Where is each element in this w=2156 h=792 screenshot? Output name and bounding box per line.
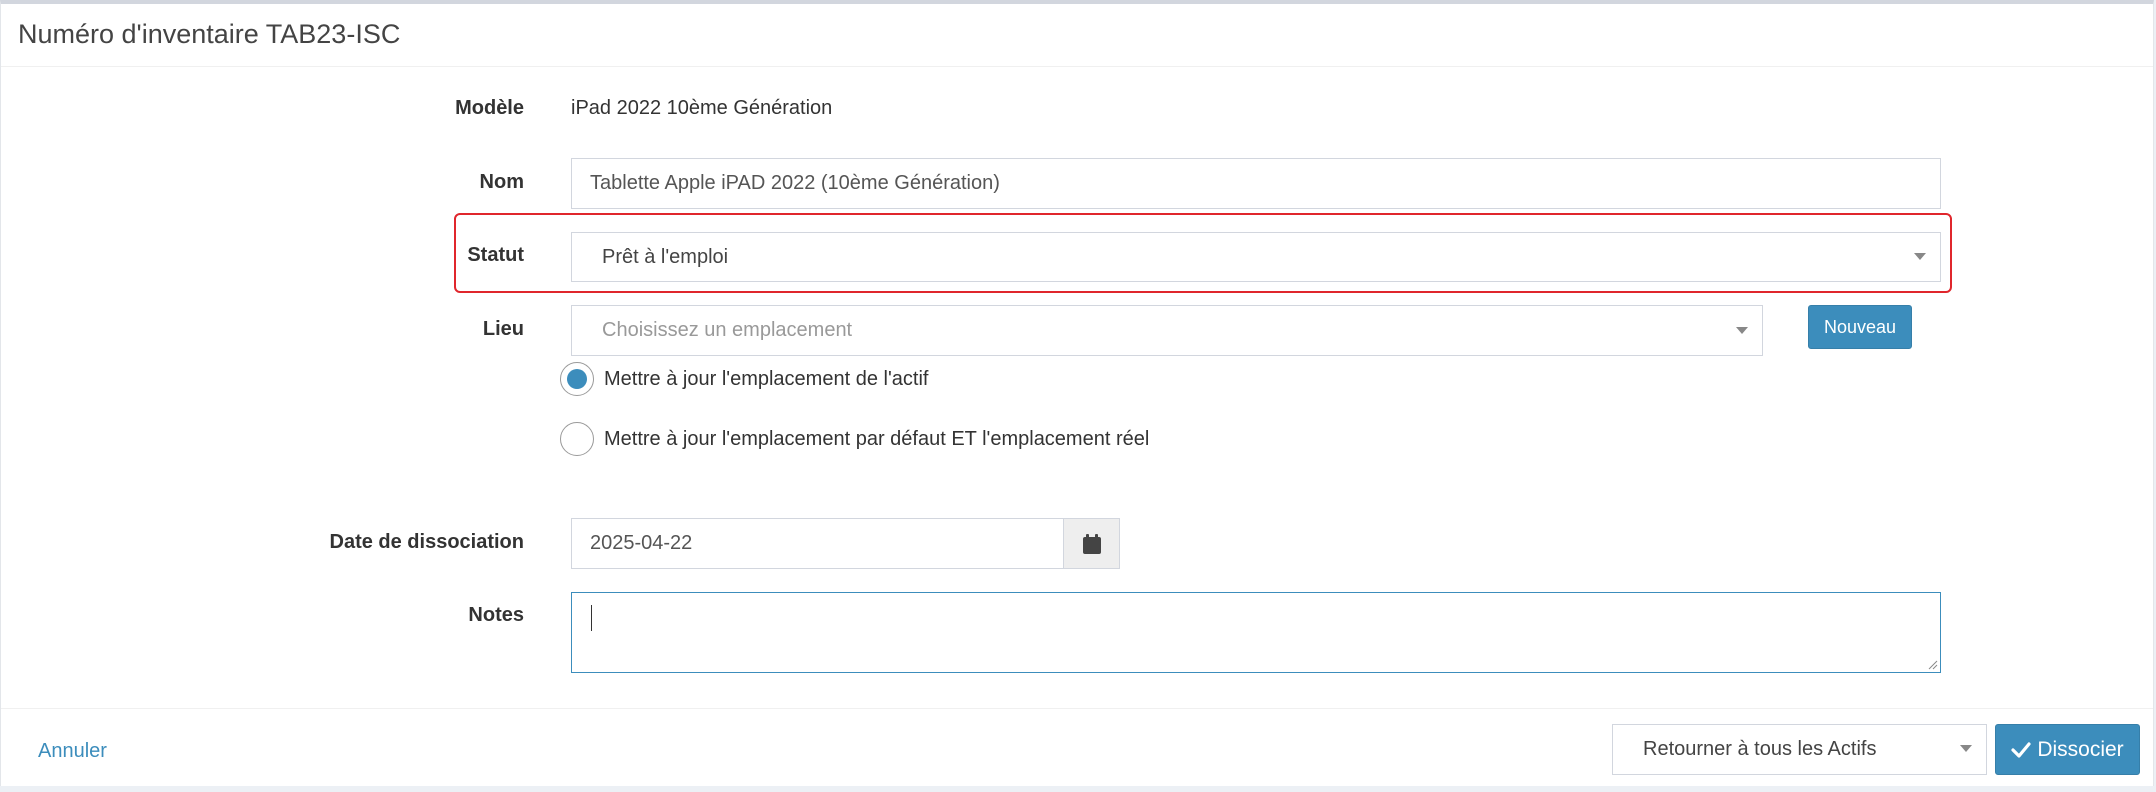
panel-footer: Annuler Retourner à tous les Actifs Diss… <box>1 708 2153 791</box>
status-select[interactable]: Prêt à l'emploi <box>571 232 1941 282</box>
radio-option-update-default-location[interactable]: Mettre à jour l'emplacement par défaut E… <box>560 422 1149 456</box>
location-placeholder: Choisissez un emplacement <box>602 319 853 341</box>
checkin-submit-button[interactable]: Dissocier <box>1995 724 2140 775</box>
notes-label: Notes <box>468 604 524 626</box>
panel-header: Numéro d'inventaire TAB23-ISC <box>1 4 2153 67</box>
text-cursor <box>591 605 592 631</box>
checkin-submit-label: Dissocier <box>2037 737 2124 761</box>
model-label: Modèle <box>455 97 524 119</box>
resize-grip-icon[interactable] <box>1928 660 1938 670</box>
checkin-panel: Numéro d'inventaire TAB23-ISC Modèle iPa… <box>0 0 2154 786</box>
notes-textarea[interactable] <box>571 592 1941 673</box>
status-label: Statut <box>467 244 524 266</box>
cancel-link[interactable]: Annuler <box>38 740 107 763</box>
radio-label-update-default-location: Mettre à jour l'emplacement par défaut E… <box>604 427 1150 450</box>
checkin-date-input[interactable]: 2025-04-22 <box>571 518 1064 569</box>
radio-selected-dot <box>567 369 587 389</box>
chevron-down-icon <box>1960 745 1972 752</box>
location-label: Lieu <box>482 318 524 340</box>
name-label: Nom <box>479 171 524 193</box>
name-input-value: Tablette Apple iPAD 2022 (10ème Générati… <box>590 172 1000 194</box>
calendar-button[interactable] <box>1063 518 1120 569</box>
radio-option-update-location[interactable]: Mettre à jour l'emplacement de l'actif <box>560 362 928 396</box>
checkin-date-value: 2025-04-22 <box>590 532 693 554</box>
new-location-button[interactable]: Nouveau <box>1808 305 1912 349</box>
checkin-date-label: Date de dissociation <box>329 531 525 553</box>
chevron-down-icon <box>1736 327 1748 334</box>
chevron-down-icon <box>1914 253 1926 260</box>
name-input[interactable]: Tablette Apple iPAD 2022 (10ème Générati… <box>571 158 1941 209</box>
redirect-selected-value: Retourner à tous les Actifs <box>1643 738 1877 760</box>
location-select[interactable]: Choisissez un emplacement <box>571 305 1763 356</box>
radio-label-update-location: Mettre à jour l'emplacement de l'actif <box>604 367 929 390</box>
radio-button-update-default-location[interactable] <box>560 422 594 456</box>
status-selected-value: Prêt à l'emploi <box>602 245 729 268</box>
radio-button-update-location[interactable] <box>560 362 594 396</box>
check-icon <box>2011 741 2031 758</box>
model-value: iPad 2022 10ème Génération <box>571 97 833 119</box>
redirect-select[interactable]: Retourner à tous les Actifs <box>1612 724 1987 775</box>
page-title: Numéro d'inventaire TAB23-ISC <box>18 19 401 49</box>
calendar-icon <box>1082 533 1101 554</box>
